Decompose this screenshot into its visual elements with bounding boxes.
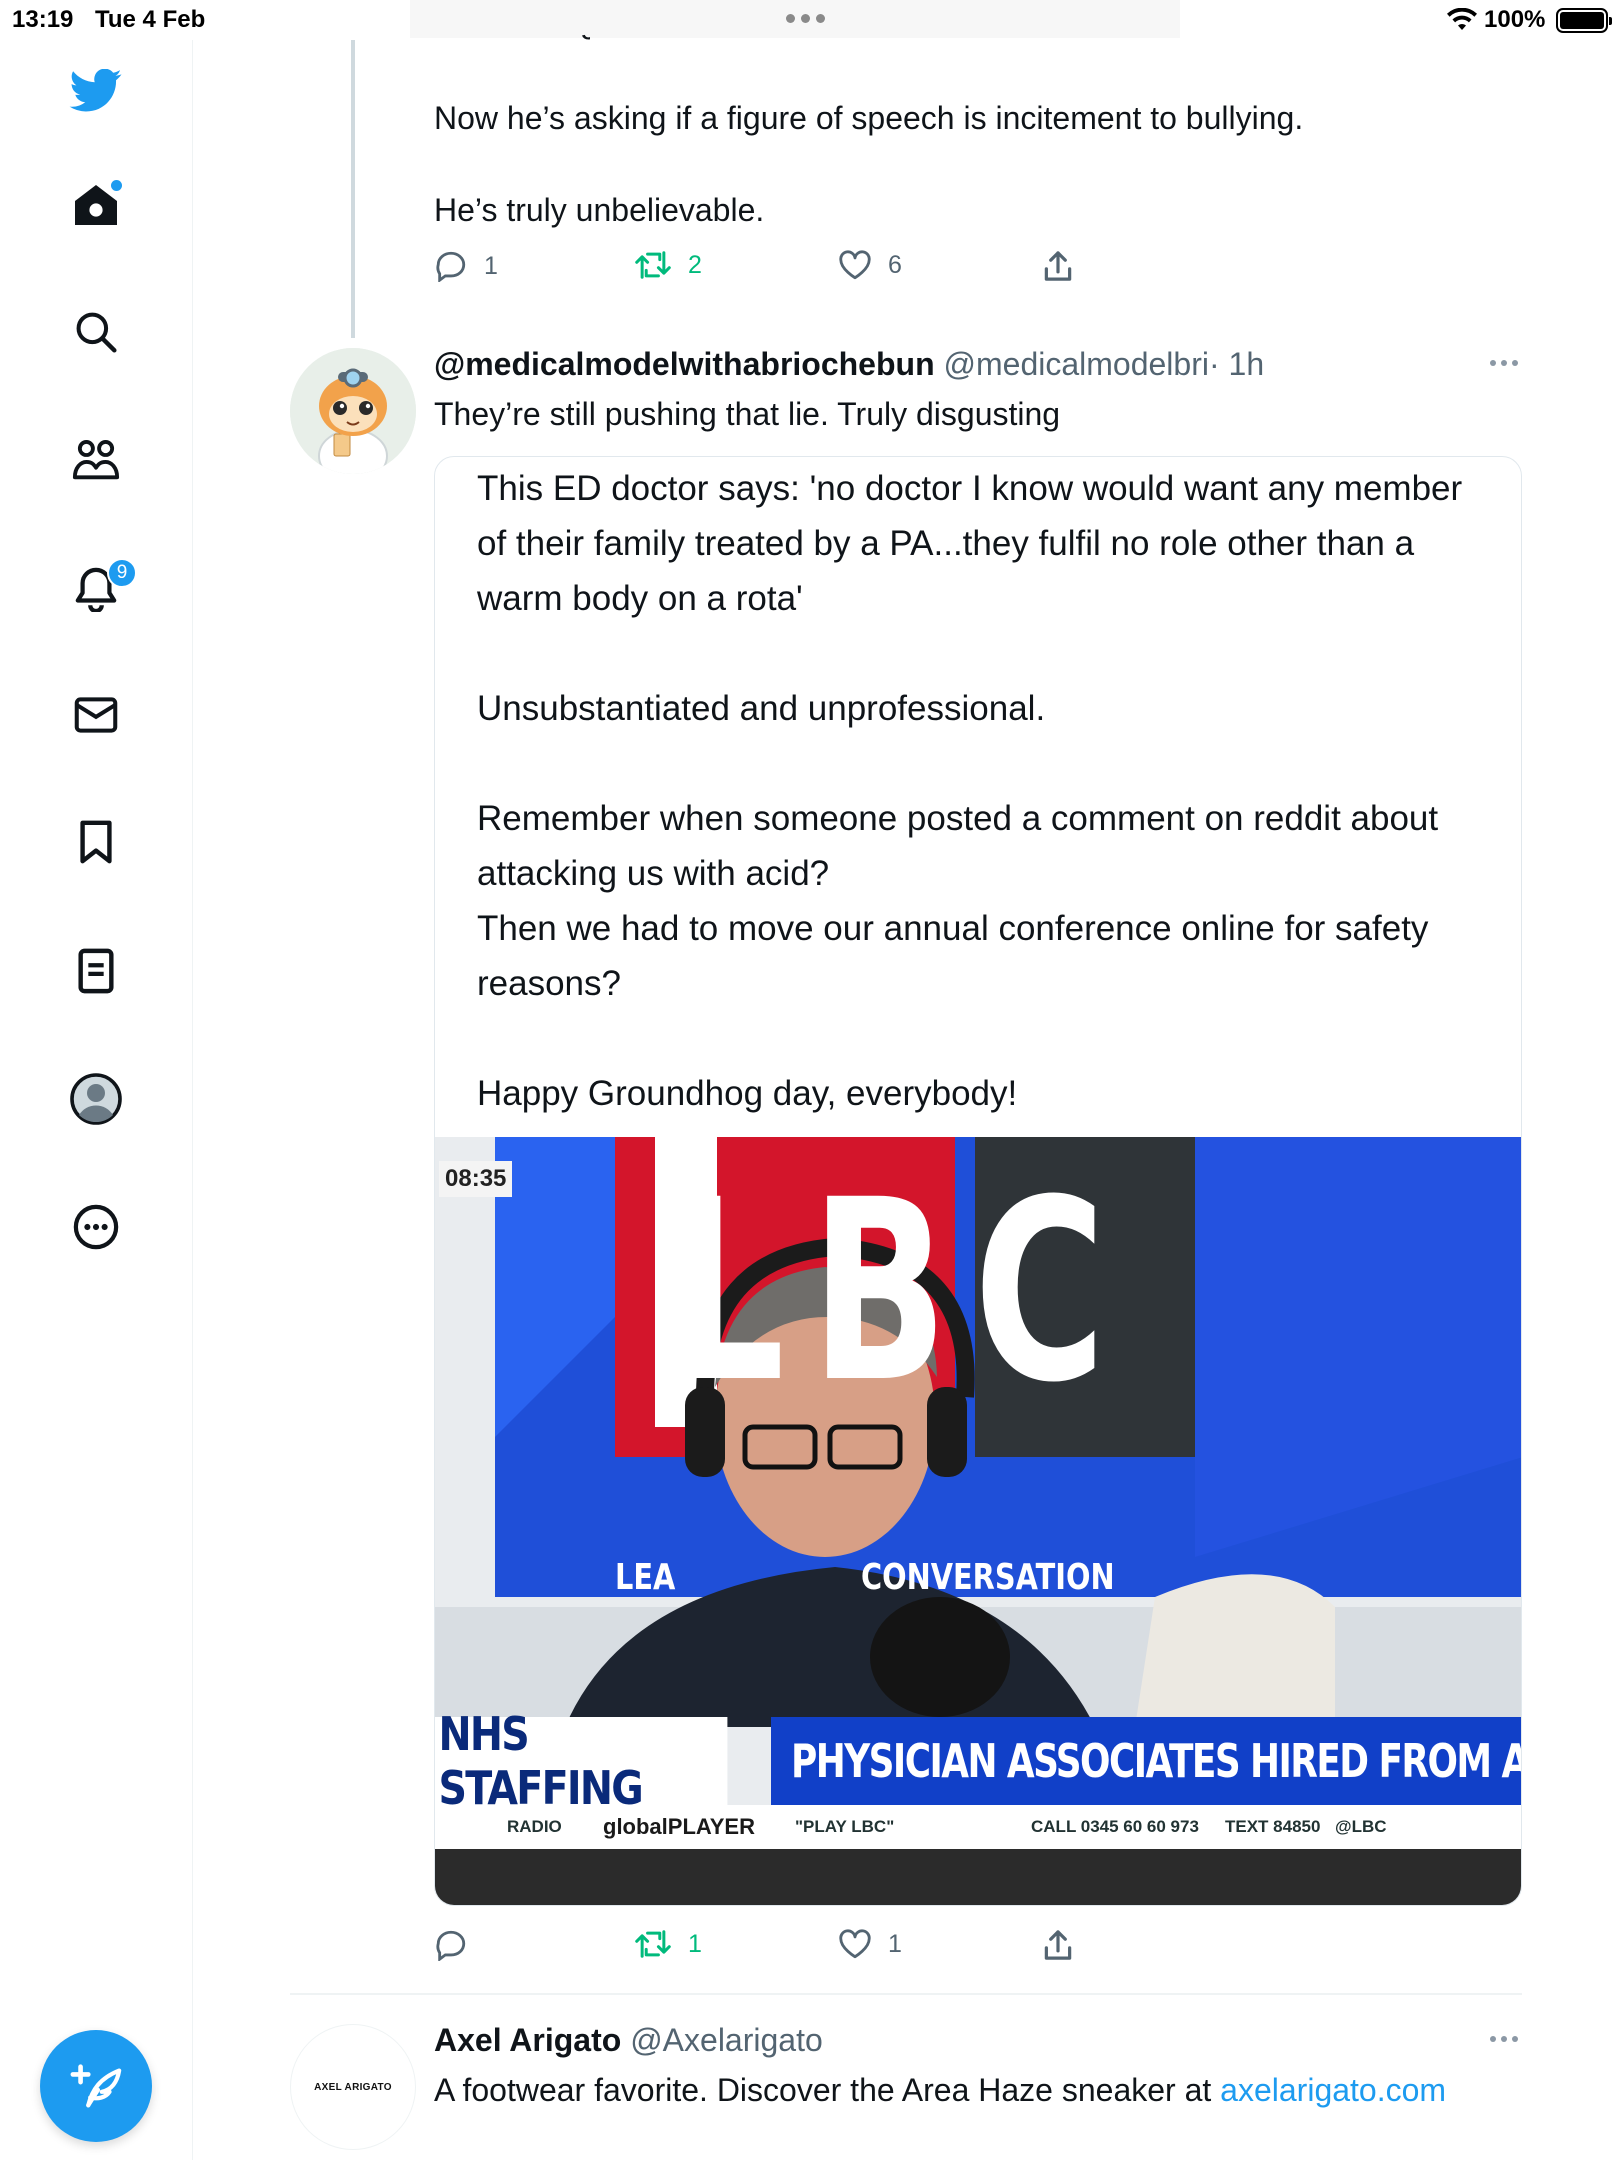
tweet-text: A footwear favorite. Discover the Area H… — [434, 2072, 1447, 2108]
nav-messages[interactable] — [67, 686, 125, 744]
twitter-logo-icon[interactable] — [67, 62, 125, 120]
news-strap-left: NHS STAFFING — [435, 1707, 728, 1815]
like-count: 1 — [888, 1929, 902, 1958]
mail-icon — [74, 697, 118, 733]
notification-count-badge: 9 — [107, 558, 137, 588]
ticker-item: CALL 0345 60 60 973 — [1031, 1817, 1199, 1836]
tweet-more-options-button[interactable] — [1490, 360, 1518, 366]
status-date: Tue 4 Feb — [95, 6, 206, 33]
tweet-header: Axel Arigato @Axelarigato — [434, 2018, 823, 2062]
nav-profile[interactable] — [67, 1070, 125, 1128]
reply-icon — [436, 251, 466, 282]
status-bar: 13:19 Tue 4 Feb 100% — [0, 0, 1620, 40]
display-name[interactable]: Axel Arigato — [434, 2022, 621, 2058]
ticker-item: globalPLAYER — [603, 1814, 755, 1839]
search-icon — [76, 312, 117, 353]
battery-percent: 100% — [1484, 6, 1546, 33]
heart-icon — [839, 250, 871, 280]
retweet-icon — [635, 1930, 671, 1958]
status-time: 13:19 — [12, 6, 74, 33]
avatar[interactable] — [290, 348, 416, 474]
news-ticker: RADIO globalPLAYER "PLAY LBC" CALL 0345 … — [435, 1805, 1521, 1849]
tweet-time[interactable]: · 1h — [1209, 346, 1264, 382]
retweet-count: 1 — [688, 1929, 702, 1958]
retweet-button[interactable]: 1 — [634, 1929, 702, 1959]
battery-icon — [1556, 8, 1612, 33]
share-button[interactable] — [1042, 1929, 1074, 1961]
slogan-left: LEA — [615, 1557, 676, 1598]
user-handle[interactable]: @Axelarigato — [630, 2022, 823, 2058]
cut-off-text-fragment: g — [440, 34, 590, 44]
compose-tweet-button[interactable] — [40, 2030, 152, 2142]
tweet-divider — [290, 1993, 1522, 1995]
unread-dot — [111, 180, 122, 191]
retweet-count: 2 — [688, 250, 702, 279]
reply-icon — [436, 1930, 466, 1961]
like-button[interactable]: 6 — [838, 250, 902, 280]
nav-explore[interactable] — [67, 303, 125, 361]
ticker-item: "PLAY LBC" — [795, 1817, 895, 1836]
communities-icon — [72, 439, 120, 480]
tweet-text-line: Now he’s asking if a figure of speech is… — [434, 100, 1304, 136]
quoted-tweet-text: This ED doctor says: 'no doctor I know w… — [477, 469, 1463, 1113]
ticker-item: @LBC — [1335, 1817, 1387, 1836]
ad-link[interactable]: axelarigato.com — [1220, 2072, 1446, 2108]
share-icon — [1044, 251, 1072, 281]
multitasking-handle[interactable] — [786, 14, 825, 23]
video-timestamp: 08:35 — [439, 1161, 513, 1197]
ticker-item: RADIO — [507, 1817, 562, 1836]
share-icon — [1044, 1930, 1072, 1960]
video-thumbnail[interactable]: LBC LEA CONVERSATION 08:35 NHS STAFFING … — [435, 1137, 1521, 1905]
retweet-button[interactable]: 2 — [634, 250, 702, 280]
thread-connector — [351, 40, 355, 338]
more-circle-icon — [73, 1204, 119, 1250]
ticker-item: TEXT 84850 — [1225, 1817, 1321, 1836]
nav-lists[interactable] — [67, 942, 125, 1000]
nav-communities[interactable] — [67, 431, 125, 489]
tweet-more-options-button[interactable] — [1490, 2036, 1518, 2042]
user-handle[interactable]: @medicalmodelbri — [944, 346, 1209, 382]
nav-home[interactable] — [67, 176, 125, 234]
nav-more[interactable] — [67, 1198, 125, 1256]
share-button[interactable] — [1042, 250, 1074, 282]
display-name[interactable]: @medicalmodelwithabriochebun — [434, 346, 935, 382]
bookmark-icon — [80, 820, 112, 864]
retweet-icon — [635, 251, 671, 279]
like-count: 6 — [888, 250, 902, 279]
compose-feather-icon — [70, 2064, 122, 2108]
reply-button[interactable] — [434, 1929, 484, 1961]
lbc-logo: LBC — [670, 1146, 1132, 1437]
like-button[interactable]: 1 — [838, 1929, 902, 1959]
cartoon-doctor-avatar-icon — [290, 348, 416, 474]
reply-count: 1 — [484, 251, 498, 280]
heart-icon — [839, 1929, 871, 1959]
nav-notifications[interactable]: 9 — [67, 558, 137, 618]
tweet-text: They’re still pushing that lie. Truly di… — [434, 396, 1061, 432]
video-bottom-bar — [435, 1849, 1521, 1905]
nav-bookmarks[interactable] — [67, 813, 125, 871]
wifi-icon — [1447, 8, 1477, 30]
advertiser-avatar[interactable]: AXEL ARIGATO — [290, 2024, 416, 2150]
reply-button[interactable]: 1 — [434, 250, 498, 282]
profile-avatar-icon — [70, 1073, 122, 1125]
tweet-header: @medicalmodelwithabriochebun @medicalmod… — [434, 342, 1264, 386]
sidebar: 9 — [0, 40, 193, 2160]
slogan-right: CONVERSATION — [861, 1557, 1115, 1598]
advertiser-logo-text: AXEL ARIGATO — [314, 2081, 392, 2093]
news-strap-right: PHYSICIAN ASSOCIATES HIRED FROM AB — [771, 1717, 1521, 1805]
lists-icon — [78, 948, 114, 994]
tweet-text-line: He’s truly unbelievable. — [434, 192, 765, 228]
quoted-tweet-card[interactable]: This ED doctor says: 'no doctor I know w… — [434, 456, 1522, 1906]
